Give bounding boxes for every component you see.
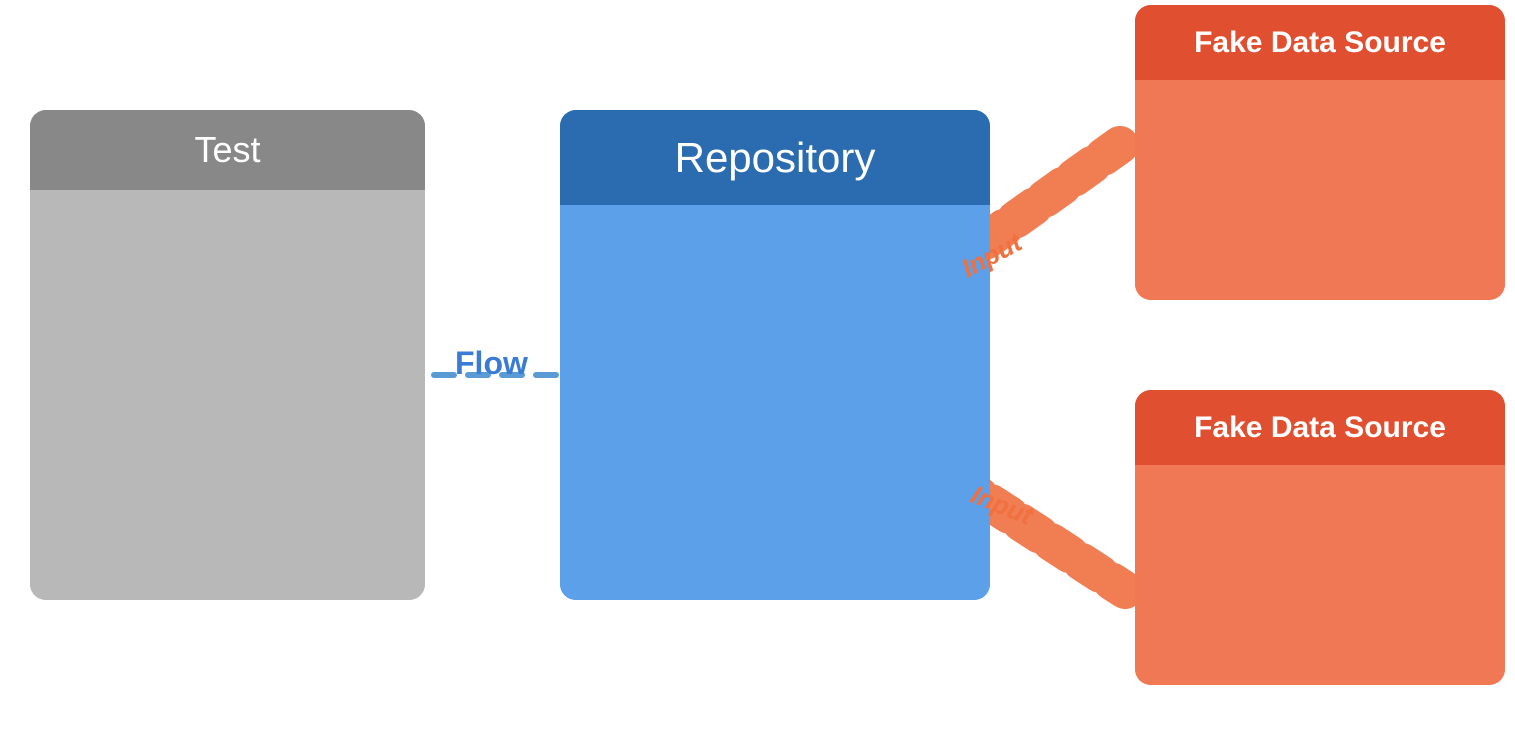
test-title: Test — [194, 129, 260, 171]
fake-top-header: Fake Data Source — [1135, 5, 1505, 80]
fake-data-source-top: Fake Data Source — [1135, 5, 1505, 300]
fake-data-source-bottom: Fake Data Source — [1135, 390, 1505, 685]
flow-label: Flow — [455, 345, 528, 382]
test-body — [30, 190, 425, 600]
fake-top-title: Fake Data Source — [1194, 26, 1446, 60]
test-header: Test — [30, 110, 425, 190]
repo-body — [560, 205, 990, 600]
repo-block: Repository — [560, 110, 990, 600]
fake-top-body — [1135, 80, 1505, 300]
fake-bottom-title: Fake Data Source — [1194, 411, 1446, 445]
repo-header: Repository — [560, 110, 990, 205]
test-block: Test — [30, 110, 425, 600]
fake-bottom-header: Fake Data Source — [1135, 390, 1505, 465]
repo-title: Repository — [675, 134, 876, 182]
fake-bottom-body — [1135, 465, 1505, 685]
main-canvas: Test Repository Fake Data Source Fake Da… — [0, 0, 1515, 737]
